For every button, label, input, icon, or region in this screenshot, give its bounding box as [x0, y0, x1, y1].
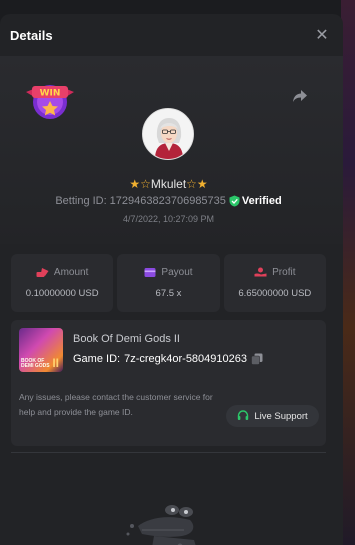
close-icon: ✕	[315, 27, 329, 44]
support-help-text: Any issues, please contact the customer …	[19, 392, 213, 417]
bet-stats: Amount 0.10000000 USD Payout 67.5 x Prof…	[11, 254, 326, 312]
game-id-value: 7z-cregk4or-5804910263	[124, 353, 247, 365]
stat-amount-value: 0.10000000 USD	[25, 288, 99, 299]
share-icon[interactable]	[291, 87, 309, 105]
divider	[11, 452, 326, 453]
username-text: Mkulet	[150, 177, 187, 191]
modal-title: Details	[10, 27, 53, 43]
background-game-strip	[341, 0, 355, 545]
live-support-label: Live Support	[254, 410, 308, 422]
bet-timestamp: 4/7/2022, 10:27:09 PM	[122, 214, 215, 224]
betting-id-label: Betting ID:	[55, 195, 107, 207]
stat-payout-value: 67.5 x	[155, 288, 182, 299]
game-name[interactable]: Book Of Demi Gods II	[73, 333, 180, 345]
coins-icon	[36, 268, 49, 277]
game-id-row: Game ID: 7z-cregk4or-5804910263	[73, 353, 263, 365]
user-avatar	[142, 108, 194, 160]
details-modal: Details ✕ WIN ★☆Mkulet☆★ Betting ID: 172…	[0, 14, 343, 545]
stat-amount-label: Amount	[53, 267, 89, 278]
close-button[interactable]: ✕	[311, 24, 333, 46]
stat-payout-label: Payout	[161, 267, 193, 278]
game-thumbnail[interactable]: BOOK OF DEMI GODS II	[19, 328, 63, 372]
copy-icon[interactable]	[251, 353, 263, 365]
betting-id-value: 1729463823706985735	[109, 195, 226, 207]
win-badge-icon: WIN	[26, 85, 74, 119]
headset-icon	[238, 410, 249, 420]
verified-label: Verified	[241, 195, 282, 207]
verified-badge: Verified	[229, 195, 282, 207]
betting-id-row: Betting ID: 1729463823706985735 Verified	[0, 195, 337, 207]
game-info-card: BOOK OF DEMI GODS II Book Of Demi Gods I…	[11, 320, 326, 446]
stat-profit-label: Profit	[272, 267, 296, 278]
wallet-icon	[144, 268, 156, 277]
live-support-button[interactable]: Live Support	[226, 405, 319, 427]
shield-check-icon	[229, 195, 240, 207]
stat-profit-value: 6.65000000 USD	[238, 288, 312, 299]
money-hand-icon	[254, 267, 267, 277]
bet-summary-card: WIN ★☆Mkulet☆★ Betting ID: 1729463823706…	[0, 56, 343, 244]
stat-payout: Payout 67.5 x	[117, 254, 220, 312]
username: ★☆Mkulet☆★	[0, 177, 337, 191]
username-stars-right: ☆★	[186, 177, 208, 191]
stat-amount: Amount 0.10000000 USD	[11, 254, 114, 312]
stat-profit: Profit 6.65000000 USD	[223, 254, 326, 312]
thumbnail-numeral: II	[52, 356, 59, 370]
crocodile-mascot-icon	[126, 505, 196, 545]
thumbnail-text-line2: DEMI GODS	[21, 363, 50, 369]
username-stars-left: ★☆	[129, 177, 151, 191]
win-badge-text: WIN	[40, 89, 61, 99]
game-id-label: Game ID:	[73, 353, 121, 365]
modal-header: Details ✕	[0, 14, 343, 56]
